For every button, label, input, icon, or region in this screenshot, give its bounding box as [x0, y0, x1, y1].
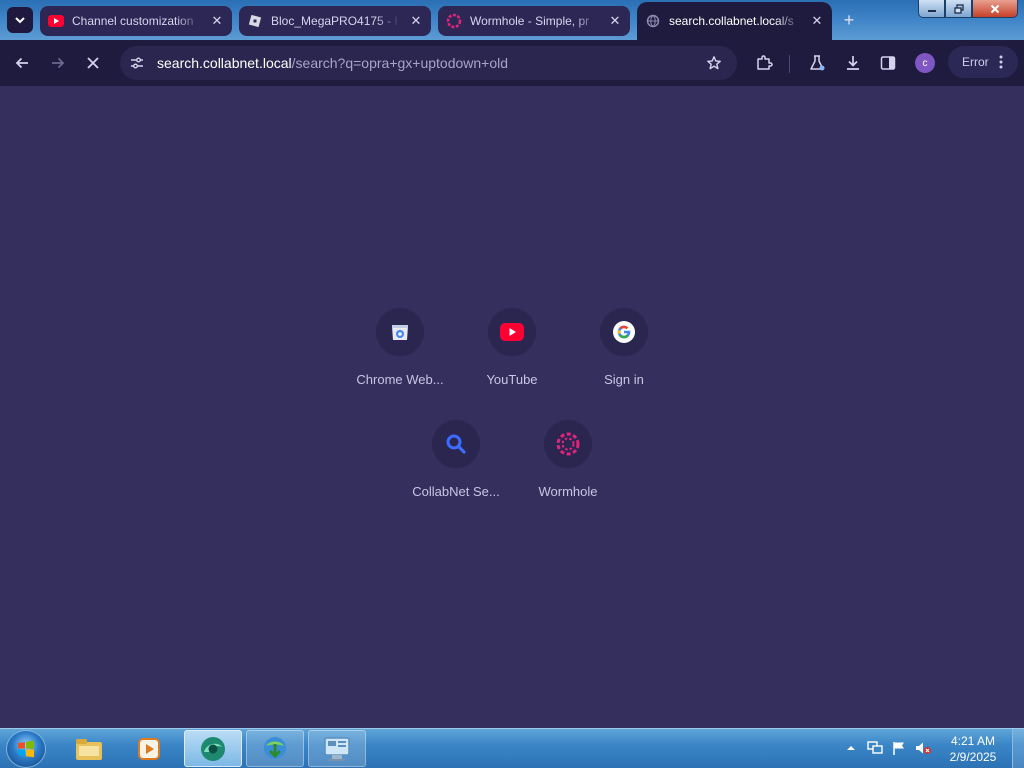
shortcut-icon-tile: [488, 308, 536, 356]
tab-close-icon[interactable]: ✕: [210, 13, 224, 29]
tab-channel-customization[interactable]: Channel customization ✕: [40, 6, 232, 36]
shortcut-icon-tile: [600, 308, 648, 356]
download-icon: [847, 56, 859, 70]
tab-wormhole[interactable]: Wormhole - Simple, pr ✕: [438, 6, 630, 36]
tab-bloc-megapro[interactable]: Bloc_MegaPRO4175 - I ✕: [239, 6, 431, 36]
back-button[interactable]: [10, 51, 34, 75]
taskbar: 4:21 AM 2/9/2025: [0, 728, 1024, 768]
tab-title: search.collabnet.local/s: [669, 14, 794, 28]
tab-strip: Channel customization ✕ Bloc_MegaPRO4175…: [0, 0, 1024, 40]
flag-icon: [893, 742, 904, 755]
toolbar-separator: [789, 55, 790, 73]
tab-search-button[interactable]: [7, 7, 33, 33]
browser-icon: [201, 736, 225, 761]
chevron-down-icon: [15, 17, 25, 24]
chrome-web-store-icon: [392, 325, 408, 340]
shortcut-label: CollabNet Se...: [412, 484, 500, 499]
restore-button[interactable]: [945, 0, 972, 18]
youtube-icon: [48, 13, 64, 29]
shortcut-wormhole[interactable]: Wormhole: [512, 420, 624, 520]
taskbar-internet-download-manager[interactable]: [246, 730, 304, 767]
roblox-icon: [247, 13, 263, 29]
show-desktop-button[interactable]: [1012, 729, 1024, 768]
tab-close-icon[interactable]: ✕: [810, 13, 824, 29]
shortcut-collabnet-search[interactable]: CollabNet Se...: [400, 420, 512, 520]
tab-title: Channel customization: [72, 14, 194, 28]
arrow-right-icon: [52, 57, 65, 69]
url-path: /search?q=opra+gx+uptodown+old: [291, 55, 509, 71]
wormhole-icon: [446, 13, 462, 29]
tab-title: Wormhole - Simple, pr: [470, 14, 590, 28]
tab-title: Bloc_MegaPRO4175 - I: [271, 14, 398, 28]
close-window-button[interactable]: [972, 0, 1018, 18]
taskbar-media-player[interactable]: [120, 730, 178, 767]
shortcut-sign-in[interactable]: Sign in: [568, 308, 680, 408]
start-button[interactable]: [6, 730, 46, 768]
new-tab-button[interactable]: +: [838, 9, 860, 31]
url-host: search.collabnet.local: [157, 55, 292, 71]
network-icon: [867, 741, 883, 754]
site-settings-icon[interactable]: [128, 54, 146, 72]
clock-time: 4:21 AM: [950, 734, 996, 748]
chevron-up-icon: [847, 746, 855, 750]
tray-action-center[interactable]: [890, 739, 908, 757]
side-panel-button[interactable]: [876, 51, 900, 75]
tab-close-icon[interactable]: ✕: [409, 13, 423, 29]
globe-icon: [645, 13, 661, 29]
window-controls: [918, 0, 1018, 18]
shortcut-label: Sign in: [604, 372, 644, 387]
error-menu-button[interactable]: Error: [948, 46, 1018, 78]
show-hidden-icons-button[interactable]: [842, 739, 860, 757]
taskbar-control-panel[interactable]: [308, 730, 366, 767]
google-icon: [613, 321, 635, 343]
shortcut-youtube[interactable]: YouTube: [456, 308, 568, 408]
profile-avatar[interactable]: c: [915, 53, 935, 73]
system-clock[interactable]: 4:21 AM 2/9/2025: [940, 733, 1006, 765]
shortcut-label: Chrome Web...: [356, 372, 444, 387]
minimize-button[interactable]: [918, 0, 945, 18]
control-panel-icon: [324, 736, 350, 761]
extensions-button[interactable]: [752, 51, 776, 75]
flask-icon: [810, 55, 825, 71]
shortcut-chrome-web-store[interactable]: Chrome Web...: [344, 308, 456, 408]
more-vert-icon: [999, 55, 1003, 69]
file-explorer-icon: [76, 738, 102, 760]
tray-volume-muted[interactable]: [914, 739, 932, 757]
shortcut-label: Wormhole: [538, 484, 598, 499]
tab-search-collabnet[interactable]: search.collabnet.local/s ✕: [637, 2, 832, 40]
labs-button[interactable]: [805, 51, 829, 75]
taskbar-file-explorer[interactable]: [60, 730, 118, 767]
side-panel-icon: [880, 56, 896, 70]
restore-icon: [953, 3, 964, 14]
stop-loading-button[interactable]: [81, 51, 105, 75]
minimize-icon: [927, 9, 936, 12]
tray-network[interactable]: [866, 739, 884, 757]
bookmark-star-icon[interactable]: [705, 54, 723, 72]
downloads-button[interactable]: [841, 51, 865, 75]
search-icon: [446, 434, 466, 454]
tab-close-icon[interactable]: ✕: [608, 13, 622, 29]
speaker-muted-icon: [916, 742, 931, 754]
shortcut-icon-tile: [432, 420, 480, 468]
clock-date: 2/9/2025: [949, 750, 997, 764]
error-label: Error: [962, 55, 989, 69]
address-bar[interactable]: search.collabnet.local/search?q=opra+gx+…: [120, 46, 737, 80]
taskbar-browser[interactable]: [184, 730, 242, 767]
media-player-icon: [138, 737, 160, 760]
shortcut-icon-tile: [544, 420, 592, 468]
browser-toolbar: search.collabnet.local/search?q=opra+gx+…: [0, 40, 1024, 86]
arrow-left-icon: [15, 57, 28, 69]
close-icon: [990, 4, 1000, 13]
wormhole-icon: [556, 432, 580, 456]
shortcut-label: YouTube: [486, 372, 538, 387]
puzzle-icon: [757, 55, 773, 70]
youtube-icon: [500, 323, 524, 341]
windows-logo-icon: [18, 740, 34, 758]
url-text: search.collabnet.local/search?q=opra+gx+…: [157, 55, 508, 71]
forward-button[interactable]: [46, 51, 70, 75]
shortcut-icon-tile: [376, 308, 424, 356]
internet-download-icon: [264, 736, 286, 759]
close-icon: [87, 57, 99, 69]
